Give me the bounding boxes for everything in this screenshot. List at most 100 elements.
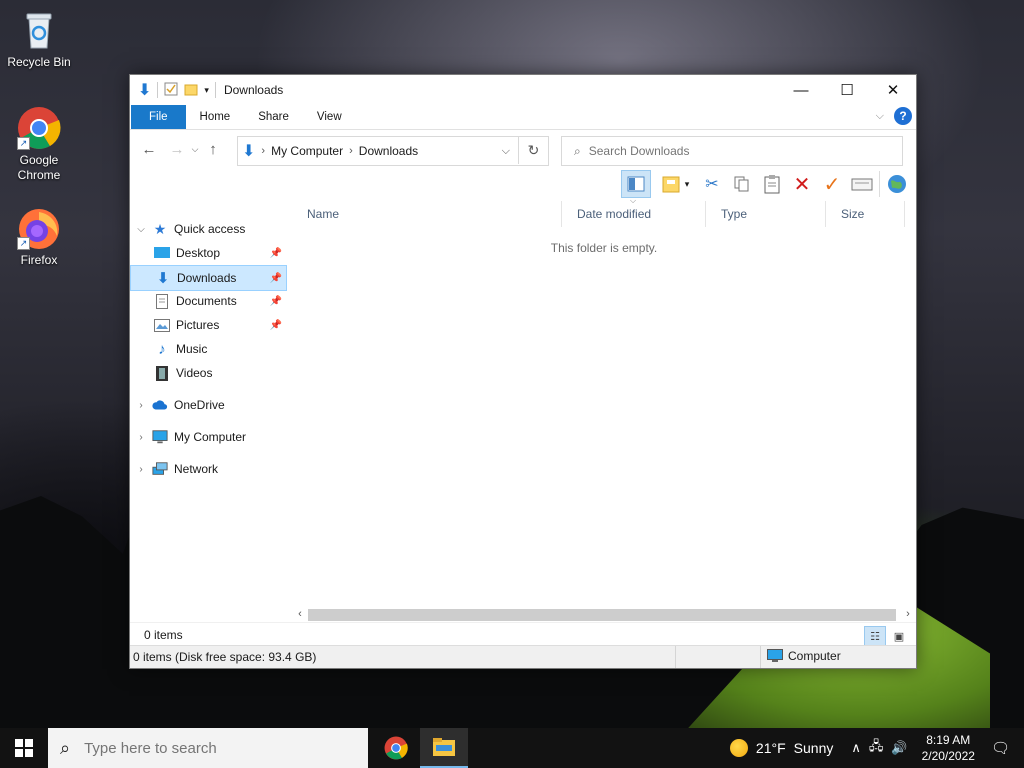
minimize-button[interactable]: — bbox=[778, 75, 824, 105]
tab-share[interactable]: Share bbox=[244, 105, 303, 129]
nav-item-downloads[interactable]: ⬇ Downloads 📌 bbox=[130, 265, 287, 291]
collapsed-chevron-icon[interactable]: › bbox=[130, 464, 152, 475]
properties-icon[interactable] bbox=[164, 82, 178, 99]
nav-label: Videos bbox=[176, 366, 213, 380]
nav-item-desktop[interactable]: Desktop 📌 bbox=[130, 241, 286, 265]
preview-pane-icon bbox=[627, 176, 645, 192]
tab-file[interactable]: File bbox=[131, 105, 186, 129]
music-note-icon: ♪ bbox=[158, 340, 166, 358]
paste-button[interactable] bbox=[759, 171, 785, 197]
large-icons-view-button[interactable]: ▣ bbox=[888, 626, 910, 646]
desktop-icon-label: Firefox bbox=[20, 253, 58, 267]
clock[interactable]: 8:19 AM 2/20/2022 bbox=[922, 732, 975, 764]
collapsed-chevron-icon[interactable]: › bbox=[130, 400, 152, 411]
column-type[interactable]: Type bbox=[706, 201, 826, 227]
scrollbar-thumb[interactable] bbox=[308, 609, 896, 621]
network-globe-button[interactable] bbox=[879, 171, 910, 197]
scroll-left-icon[interactable]: ‹ bbox=[292, 606, 308, 623]
nav-onedrive[interactable]: › OneDrive bbox=[130, 393, 286, 417]
taskbar-search-input[interactable] bbox=[82, 738, 347, 758]
pin-icon: 📌 bbox=[269, 295, 282, 307]
collapsed-chevron-icon[interactable]: › bbox=[130, 432, 152, 443]
file-explorer-icon bbox=[433, 738, 455, 756]
address-bar[interactable]: ⬇ › My Computer › Downloads ⌵ bbox=[237, 136, 549, 166]
chrome-icon: ↗ bbox=[17, 106, 61, 150]
taskbar-file-explorer[interactable] bbox=[420, 728, 468, 768]
view-toggles: ☷ ▣ bbox=[864, 626, 910, 646]
item-count-bar: 0 items ☷ ▣ bbox=[130, 622, 916, 646]
search-box[interactable]: ⌕ bbox=[561, 136, 903, 166]
customize-toolbar-icon[interactable]: ▾ bbox=[204, 85, 209, 96]
expanded-chevron-icon[interactable]: ⌵ bbox=[130, 224, 152, 235]
nav-item-pictures[interactable]: Pictures 📌 bbox=[130, 313, 286, 337]
new-item-button[interactable]: ▾ bbox=[655, 171, 695, 197]
scissors-icon: ✂ bbox=[705, 176, 719, 193]
downloads-icon: ⬇ bbox=[156, 270, 170, 287]
pin-icon: 📌 bbox=[269, 319, 282, 331]
nav-item-videos[interactable]: Videos bbox=[130, 361, 286, 385]
details-view-button[interactable]: ☷ bbox=[864, 626, 886, 646]
sun-icon bbox=[729, 739, 748, 757]
rename-button[interactable]: ✓ bbox=[819, 171, 845, 197]
expand-ribbon-icon[interactable]: ⌵ bbox=[876, 110, 884, 123]
nav-item-music[interactable]: ♪ Music bbox=[130, 337, 286, 361]
copy-button[interactable] bbox=[729, 171, 755, 197]
checkmark-icon: ✓ bbox=[823, 173, 841, 196]
computer-icon bbox=[152, 429, 168, 445]
weather-temp: 21°F bbox=[755, 740, 786, 756]
network-icon bbox=[152, 461, 168, 477]
network-status-icon[interactable]: 🖧 bbox=[869, 737, 884, 759]
breadcrumb-separator-icon[interactable]: › bbox=[259, 145, 267, 157]
volume-icon[interactable]: 🔊 bbox=[891, 740, 907, 756]
taskbar-chrome[interactable] bbox=[372, 728, 420, 768]
preview-pane-button[interactable] bbox=[621, 170, 651, 198]
tab-view[interactable]: View bbox=[303, 105, 356, 129]
refresh-icon: ↻ bbox=[527, 141, 540, 158]
desktop-icon-google-chrome[interactable]: ↗ Google Chrome bbox=[4, 106, 74, 183]
new-folder-icon[interactable] bbox=[184, 82, 198, 99]
search-input[interactable] bbox=[586, 143, 902, 159]
file-list-pane: Name Date modified ⌵ Type Size This fold… bbox=[292, 196, 916, 623]
cloud-icon bbox=[152, 397, 168, 413]
forward-arrow-icon[interactable]: → bbox=[166, 141, 188, 158]
maximize-button[interactable]: ☐ bbox=[824, 75, 870, 105]
weather-desc: Sunny bbox=[793, 740, 834, 756]
show-hidden-icons-icon[interactable]: ∧ bbox=[851, 740, 861, 756]
tab-home[interactable]: Home bbox=[186, 105, 245, 129]
details-view-icon: ☷ bbox=[870, 630, 880, 643]
breadcrumb-separator-icon[interactable]: › bbox=[347, 145, 355, 157]
column-name[interactable]: Name bbox=[292, 201, 562, 227]
divider bbox=[157, 82, 159, 98]
recent-locations-icon[interactable]: ⌵ bbox=[188, 144, 202, 155]
weather-widget[interactable]: 21°F Sunny bbox=[729, 739, 834, 757]
nav-label: OneDrive bbox=[174, 398, 225, 412]
taskbar-search[interactable]: ⌕ bbox=[48, 728, 368, 768]
title-bar[interactable]: ⬇ ▾ Downloads — ☐ ✕ bbox=[130, 75, 916, 105]
horizontal-scrollbar[interactable]: ‹ › bbox=[292, 606, 916, 623]
system-tray: 21°F Sunny ∧ 🖧 🔊 8:19 AM 2/20/2022 🗨 bbox=[729, 728, 1024, 768]
nav-item-documents[interactable]: Documents 📌 bbox=[130, 289, 286, 313]
window-title: Downloads bbox=[223, 83, 284, 97]
desktop-icon-recycle-bin[interactable]: Recycle Bin bbox=[4, 8, 74, 70]
help-icon[interactable]: ? bbox=[894, 107, 912, 125]
properties-button[interactable] bbox=[849, 171, 875, 197]
nav-my-computer[interactable]: › My Computer bbox=[130, 425, 286, 449]
notifications-icon[interactable]: 🗨 bbox=[991, 739, 1010, 757]
up-arrow-icon[interactable]: ↑ bbox=[202, 141, 224, 158]
breadcrumb-my-computer[interactable]: My Computer bbox=[267, 144, 347, 158]
start-button[interactable] bbox=[0, 728, 48, 768]
recycle-bin-icon bbox=[17, 8, 61, 52]
back-arrow-icon[interactable]: ← bbox=[138, 141, 160, 158]
address-dropdown-icon[interactable]: ⌵ bbox=[502, 145, 510, 158]
close-button[interactable]: ✕ bbox=[870, 75, 916, 105]
column-size[interactable]: Size bbox=[826, 201, 905, 227]
refresh-button[interactable]: ↻ bbox=[518, 136, 548, 164]
delete-button[interactable]: ✕ bbox=[789, 171, 815, 197]
breadcrumb-downloads[interactable]: Downloads bbox=[355, 144, 422, 158]
scroll-right-icon[interactable]: › bbox=[900, 606, 916, 623]
nav-quick-access[interactable]: ⌵ ★ Quick access bbox=[130, 217, 286, 241]
new-item-icon bbox=[662, 176, 680, 193]
nav-network[interactable]: › Network bbox=[130, 457, 286, 481]
desktop-icon-firefox[interactable]: ↗ Firefox bbox=[4, 206, 74, 268]
cut-button[interactable]: ✂ bbox=[699, 171, 725, 197]
